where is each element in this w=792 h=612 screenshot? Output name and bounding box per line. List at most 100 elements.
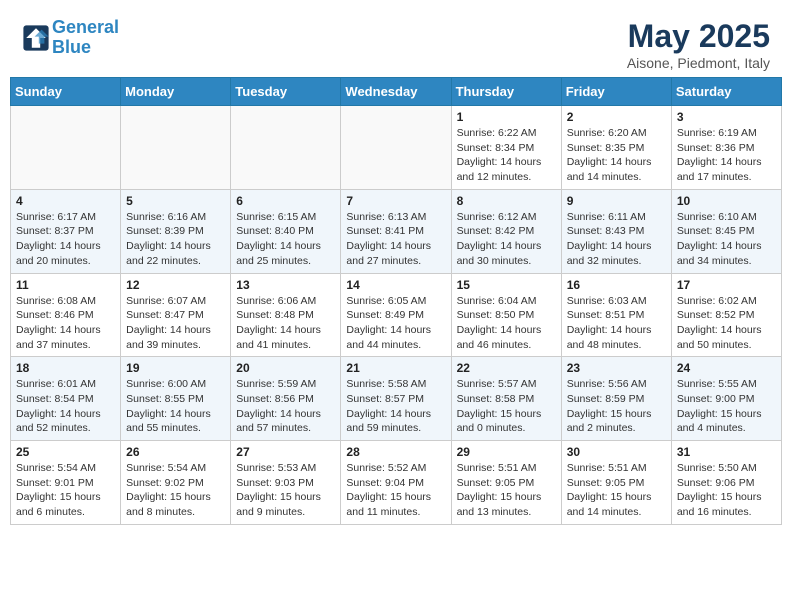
day-info: Sunrise: 5:54 AMSunset: 9:01 PMDaylight:…	[16, 461, 115, 520]
day-info: Sunrise: 5:56 AMSunset: 8:59 PMDaylight:…	[567, 377, 666, 436]
day-info: Sunrise: 5:58 AMSunset: 8:57 PMDaylight:…	[346, 377, 445, 436]
logo: GeneralBlue	[22, 18, 119, 58]
day-info: Sunrise: 6:15 AMSunset: 8:40 PMDaylight:…	[236, 210, 335, 269]
day-number: 10	[677, 194, 776, 208]
calendar-week-row: 4Sunrise: 6:17 AMSunset: 8:37 PMDaylight…	[11, 189, 782, 273]
day-number: 20	[236, 361, 335, 375]
calendar-cell: 23 Sunrise: 5:56 AMSunset: 8:59 PMDayligh…	[561, 357, 671, 441]
day-number: 28	[346, 445, 445, 459]
calendar-cell: 5 Sunrise: 6:16 AMSunset: 8:39 PMDaylight…	[121, 189, 231, 273]
calendar-cell: 3 Sunrise: 6:19 AMSunset: 8:36 PMDaylight…	[671, 106, 781, 190]
day-info: Sunrise: 6:08 AMSunset: 8:46 PMDaylight:…	[16, 294, 115, 353]
day-info: Sunrise: 5:59 AMSunset: 8:56 PMDaylight:…	[236, 377, 335, 436]
day-number: 3	[677, 110, 776, 124]
day-number: 11	[16, 278, 115, 292]
calendar-cell: 7Sunrise: 6:13 AMSunset: 8:41 PMDaylight…	[341, 189, 451, 273]
day-info: Sunrise: 6:11 AMSunset: 8:43 PMDaylight:…	[567, 210, 666, 269]
day-number: 29	[457, 445, 556, 459]
day-info: Sunrise: 5:53 AMSunset: 9:03 PMDaylight:…	[236, 461, 335, 520]
calendar-cell	[11, 106, 121, 190]
calendar-cell: 22Sunrise: 5:57 AMSunset: 8:58 PMDayligh…	[451, 357, 561, 441]
calendar-cell: 10 Sunrise: 6:10 AMSunset: 8:45 PMDayligh…	[671, 189, 781, 273]
day-number: 27	[236, 445, 335, 459]
calendar-table: SundayMondayTuesdayWednesdayThursdayFrid…	[10, 77, 782, 525]
day-number: 18	[16, 361, 115, 375]
day-number: 6	[236, 194, 335, 208]
day-info: Sunrise: 6:05 AMSunset: 8:49 PMDaylight:…	[346, 294, 445, 353]
calendar-header-wednesday: Wednesday	[341, 78, 451, 106]
day-number: 31	[677, 445, 776, 459]
calendar-week-row: 18 Sunrise: 6:01 AMSunset: 8:54 PMDayligh…	[11, 357, 782, 441]
calendar-cell	[341, 106, 451, 190]
calendar-cell: 25 Sunrise: 5:54 AMSunset: 9:01 PMDayligh…	[11, 441, 121, 525]
calendar-cell	[231, 106, 341, 190]
day-info: Sunrise: 5:51 AMSunset: 9:05 PMDaylight:…	[567, 461, 666, 520]
day-info: Sunrise: 6:04 AMSunset: 8:50 PMDaylight:…	[457, 294, 556, 353]
day-number: 2	[567, 110, 666, 124]
day-number: 17	[677, 278, 776, 292]
calendar-week-row: 1 Sunrise: 6:22 AMSunset: 8:34 PMDaylight…	[11, 106, 782, 190]
calendar-cell: 1 Sunrise: 6:22 AMSunset: 8:34 PMDaylight…	[451, 106, 561, 190]
calendar-header-sunday: Sunday	[11, 78, 121, 106]
day-info: Sunrise: 6:22 AMSunset: 8:34 PMDaylight:…	[457, 126, 556, 185]
calendar-cell: 17Sunrise: 6:02 AMSunset: 8:52 PMDayligh…	[671, 273, 781, 357]
calendar-cell: 31 Sunrise: 5:50 AMSunset: 9:06 PMDayligh…	[671, 441, 781, 525]
logo-icon	[22, 24, 50, 52]
month-title: May 2025	[627, 18, 770, 55]
calendar-cell: 28 Sunrise: 5:52 AMSunset: 9:04 PMDayligh…	[341, 441, 451, 525]
calendar-cell	[121, 106, 231, 190]
day-info: Sunrise: 6:00 AMSunset: 8:55 PMDaylight:…	[126, 377, 225, 436]
calendar-cell: 18 Sunrise: 6:01 AMSunset: 8:54 PMDayligh…	[11, 357, 121, 441]
calendar-header-row: SundayMondayTuesdayWednesdayThursdayFrid…	[11, 78, 782, 106]
calendar-cell: 11 Sunrise: 6:08 AMSunset: 8:46 PMDayligh…	[11, 273, 121, 357]
calendar-cell: 27 Sunrise: 5:53 AMSunset: 9:03 PMDayligh…	[231, 441, 341, 525]
day-number: 24	[677, 361, 776, 375]
calendar-cell: 16 Sunrise: 6:03 AMSunset: 8:51 PMDayligh…	[561, 273, 671, 357]
day-number: 25	[16, 445, 115, 459]
day-info: Sunrise: 5:50 AMSunset: 9:06 PMDaylight:…	[677, 461, 776, 520]
day-info: Sunrise: 6:16 AMSunset: 8:39 PMDaylight:…	[126, 210, 225, 269]
calendar-cell: 8 Sunrise: 6:12 AMSunset: 8:42 PMDaylight…	[451, 189, 561, 273]
day-info: Sunrise: 5:54 AMSunset: 9:02 PMDaylight:…	[126, 461, 225, 520]
calendar-cell: 15 Sunrise: 6:04 AMSunset: 8:50 PMDayligh…	[451, 273, 561, 357]
calendar-cell: 29Sunrise: 5:51 AMSunset: 9:05 PMDayligh…	[451, 441, 561, 525]
day-info: Sunrise: 6:19 AMSunset: 8:36 PMDaylight:…	[677, 126, 776, 185]
day-number: 23	[567, 361, 666, 375]
calendar-cell: 26 Sunrise: 5:54 AMSunset: 9:02 PMDayligh…	[121, 441, 231, 525]
day-info: Sunrise: 6:13 AMSunset: 8:41 PMDaylight:…	[346, 210, 445, 269]
title-block: May 2025 Aisone, Piedmont, Italy	[627, 18, 770, 71]
day-info: Sunrise: 6:07 AMSunset: 8:47 PMDaylight:…	[126, 294, 225, 353]
calendar-header-saturday: Saturday	[671, 78, 781, 106]
calendar-cell: 9Sunrise: 6:11 AMSunset: 8:43 PMDaylight…	[561, 189, 671, 273]
day-number: 14	[346, 278, 445, 292]
calendar-cell: 19Sunrise: 6:00 AMSunset: 8:55 PMDayligh…	[121, 357, 231, 441]
day-number: 16	[567, 278, 666, 292]
day-number: 5	[126, 194, 225, 208]
day-number: 12	[126, 278, 225, 292]
day-info: Sunrise: 6:03 AMSunset: 8:51 PMDaylight:…	[567, 294, 666, 353]
day-info: Sunrise: 6:10 AMSunset: 8:45 PMDaylight:…	[677, 210, 776, 269]
day-number: 15	[457, 278, 556, 292]
day-info: Sunrise: 5:52 AMSunset: 9:04 PMDaylight:…	[346, 461, 445, 520]
calendar-header-tuesday: Tuesday	[231, 78, 341, 106]
location-title: Aisone, Piedmont, Italy	[627, 55, 770, 71]
day-info: Sunrise: 6:06 AMSunset: 8:48 PMDaylight:…	[236, 294, 335, 353]
calendar-header-monday: Monday	[121, 78, 231, 106]
day-number: 8	[457, 194, 556, 208]
day-number: 1	[457, 110, 556, 124]
calendar-cell: 13 Sunrise: 6:06 AMSunset: 8:48 PMDayligh…	[231, 273, 341, 357]
day-number: 13	[236, 278, 335, 292]
calendar-cell: 12 Sunrise: 6:07 AMSunset: 8:47 PMDayligh…	[121, 273, 231, 357]
calendar-cell: 30Sunrise: 5:51 AMSunset: 9:05 PMDayligh…	[561, 441, 671, 525]
calendar-week-row: 11 Sunrise: 6:08 AMSunset: 8:46 PMDayligh…	[11, 273, 782, 357]
calendar-cell: 24Sunrise: 5:55 AMSunset: 9:00 PMDayligh…	[671, 357, 781, 441]
day-info: Sunrise: 6:17 AMSunset: 8:37 PMDaylight:…	[16, 210, 115, 269]
day-number: 21	[346, 361, 445, 375]
day-number: 26	[126, 445, 225, 459]
day-info: Sunrise: 6:12 AMSunset: 8:42 PMDaylight:…	[457, 210, 556, 269]
calendar-header-friday: Friday	[561, 78, 671, 106]
calendar-cell: 20 Sunrise: 5:59 AMSunset: 8:56 PMDayligh…	[231, 357, 341, 441]
calendar-cell: 21 Sunrise: 5:58 AMSunset: 8:57 PMDayligh…	[341, 357, 451, 441]
day-info: Sunrise: 6:01 AMSunset: 8:54 PMDaylight:…	[16, 377, 115, 436]
page-header: GeneralBlue May 2025 Aisone, Piedmont, I…	[10, 10, 782, 77]
